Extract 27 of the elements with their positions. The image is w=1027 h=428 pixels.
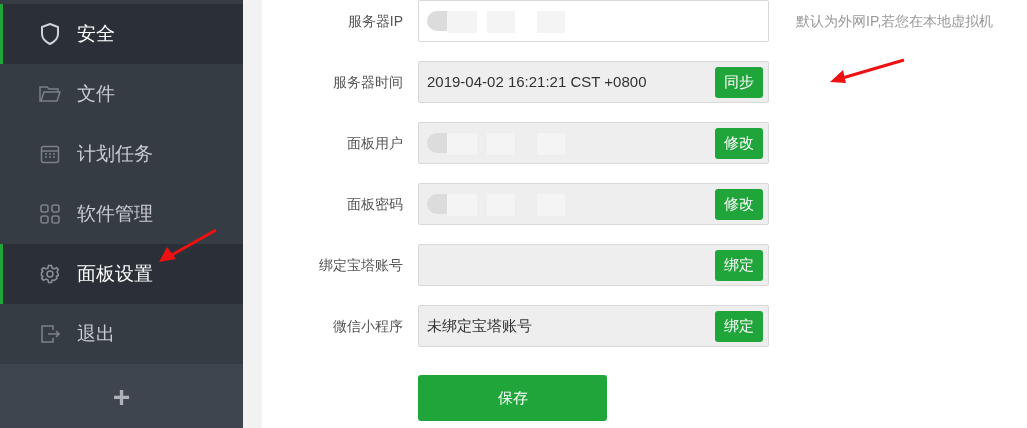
field-value: 未绑定宝塔账号 bbox=[427, 315, 532, 336]
field-label: 微信小程序 bbox=[332, 316, 404, 336]
sidebar-label: 退出 bbox=[77, 321, 115, 346]
add-button[interactable]: + bbox=[0, 364, 243, 428]
sidebar-label: 文件 bbox=[77, 81, 115, 106]
sidebar-label: 计划任务 bbox=[77, 141, 153, 166]
folder-icon bbox=[39, 85, 61, 103]
input-field[interactable] bbox=[418, 0, 769, 42]
field-label: 面板密码 bbox=[346, 194, 404, 214]
logout-icon bbox=[40, 324, 60, 344]
field-label: 服务器时间 bbox=[332, 72, 404, 92]
sidebar-item[interactable]: 面板设置 bbox=[0, 244, 243, 304]
field-value: 2019-04-02 16:21:21 CST +0800 bbox=[427, 71, 647, 92]
sidebar-label: 面板设置 bbox=[77, 261, 153, 286]
grid-icon bbox=[40, 204, 60, 224]
shield-icon bbox=[40, 23, 60, 45]
save-button[interactable]: 保存 bbox=[418, 375, 607, 421]
hint-text: 默认为外网IP,若您在本地虚拟机 bbox=[796, 11, 994, 31]
field-label: 服务器IP bbox=[346, 11, 404, 31]
sidebar-label: 安全 bbox=[77, 21, 115, 46]
field-label: 面板用户 bbox=[346, 133, 404, 153]
sidebar-item[interactable]: 安全 bbox=[0, 4, 243, 64]
field-label: 绑定宝塔账号 bbox=[318, 255, 404, 275]
annotation-arrow bbox=[158, 228, 218, 264]
sidebar-label: 软件管理 bbox=[77, 201, 153, 226]
settings-icon bbox=[40, 264, 60, 284]
calendar-icon bbox=[40, 144, 60, 164]
